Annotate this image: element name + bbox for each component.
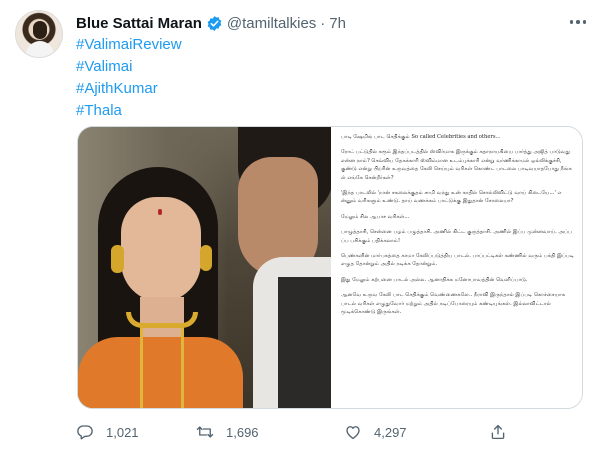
retweet-icon bbox=[196, 426, 214, 438]
share-button[interactable] bbox=[489, 421, 507, 443]
tweet-hashtags: #ValimaiReview #Valimai #AjithKumar #Tha… bbox=[76, 34, 182, 122]
more-dot bbox=[576, 20, 580, 24]
text-paragraph: ஆனவே உருவ கேலி பாட செதிக்கும் வெண்ணைகளே.… bbox=[341, 292, 566, 316]
more-dot bbox=[582, 20, 587, 24]
avatar-shirt bbox=[26, 41, 54, 57]
photo-man-vest bbox=[278, 277, 331, 408]
reply-count: 1,021 bbox=[106, 424, 139, 440]
photo-earring bbox=[111, 245, 124, 273]
text-paragraph: இது மேலும் கற்பனை பாடல் அல்ல. ஆனாதிக்க ம… bbox=[341, 276, 528, 283]
more-icon[interactable] bbox=[566, 12, 590, 32]
tweet-header: Blue Sattai Maran @tamiltalkies · 7h bbox=[76, 12, 346, 34]
tweet-time[interactable]: 7h bbox=[329, 15, 346, 32]
avatar-face bbox=[33, 21, 47, 39]
retweet-count: 1,696 bbox=[226, 424, 259, 440]
hashtag-link[interactable]: #AjithKumar bbox=[76, 78, 182, 100]
share-icon bbox=[491, 424, 505, 440]
like-button[interactable]: 4,297 bbox=[344, 421, 407, 443]
tweet[interactable]: Blue Sattai Maran @tamiltalkies · 7h #Va… bbox=[0, 0, 615, 449]
avatar[interactable] bbox=[15, 10, 63, 58]
text-paragraph: பெண்களின் மார்பகத்தை காமா கேலிப்படுத்திய… bbox=[341, 253, 574, 268]
movie-still-photo[interactable] bbox=[78, 127, 331, 408]
photo-earring bbox=[200, 245, 212, 271]
photo-chain bbox=[140, 327, 184, 408]
text-paragraph: 'இந்த பாடலில் 'நான் சகலைக்குதம் சாமி வந்… bbox=[341, 190, 562, 205]
author-handle[interactable]: @tamiltalkies bbox=[227, 15, 316, 32]
text-paragraph: பாடி ஷேமிங் பாட செதிக்கும் So called Cel… bbox=[341, 134, 501, 140]
reply-button[interactable]: 1,021 bbox=[76, 421, 139, 443]
hashtag-link[interactable]: #Valimai bbox=[76, 56, 182, 78]
like-count: 4,297 bbox=[374, 424, 407, 440]
hashtag-link[interactable]: #Thala bbox=[76, 100, 182, 122]
like-icon bbox=[346, 426, 360, 440]
reply-icon bbox=[77, 425, 93, 440]
text-paragraph: பாழுத்தாசி, சென்னை பழம் பழுத்தாசி. அணில்… bbox=[341, 229, 572, 244]
more-dot bbox=[569, 20, 574, 24]
tweet-actions: 1,021 1,696 4,297 bbox=[76, 421, 596, 443]
hashtag-link[interactable]: #ValimaiReview bbox=[76, 34, 182, 56]
tweet-media[interactable]: பாடி ஷேமிங் பாட செதிக்கும் So called Cel… bbox=[77, 126, 583, 409]
text-paragraph: மேலும் சில ஆபாச வரிகள்... bbox=[341, 213, 410, 220]
separator-dot: · bbox=[320, 14, 326, 32]
retweet-button[interactable]: 1,696 bbox=[196, 421, 259, 443]
text-paragraph: ரோட் பட்டுதில் கரூம் இந்தப்படத்தில் ஸ்வி… bbox=[341, 149, 572, 181]
verified-badge-icon bbox=[207, 15, 222, 31]
author-name[interactable]: Blue Sattai Maran bbox=[76, 15, 202, 32]
photo-bindi bbox=[158, 209, 162, 215]
photo-necklace bbox=[126, 312, 198, 328]
text-screenshot[interactable]: பாடி ஷேமிங் பாட செதிக்கும் So called Cel… bbox=[331, 127, 582, 408]
